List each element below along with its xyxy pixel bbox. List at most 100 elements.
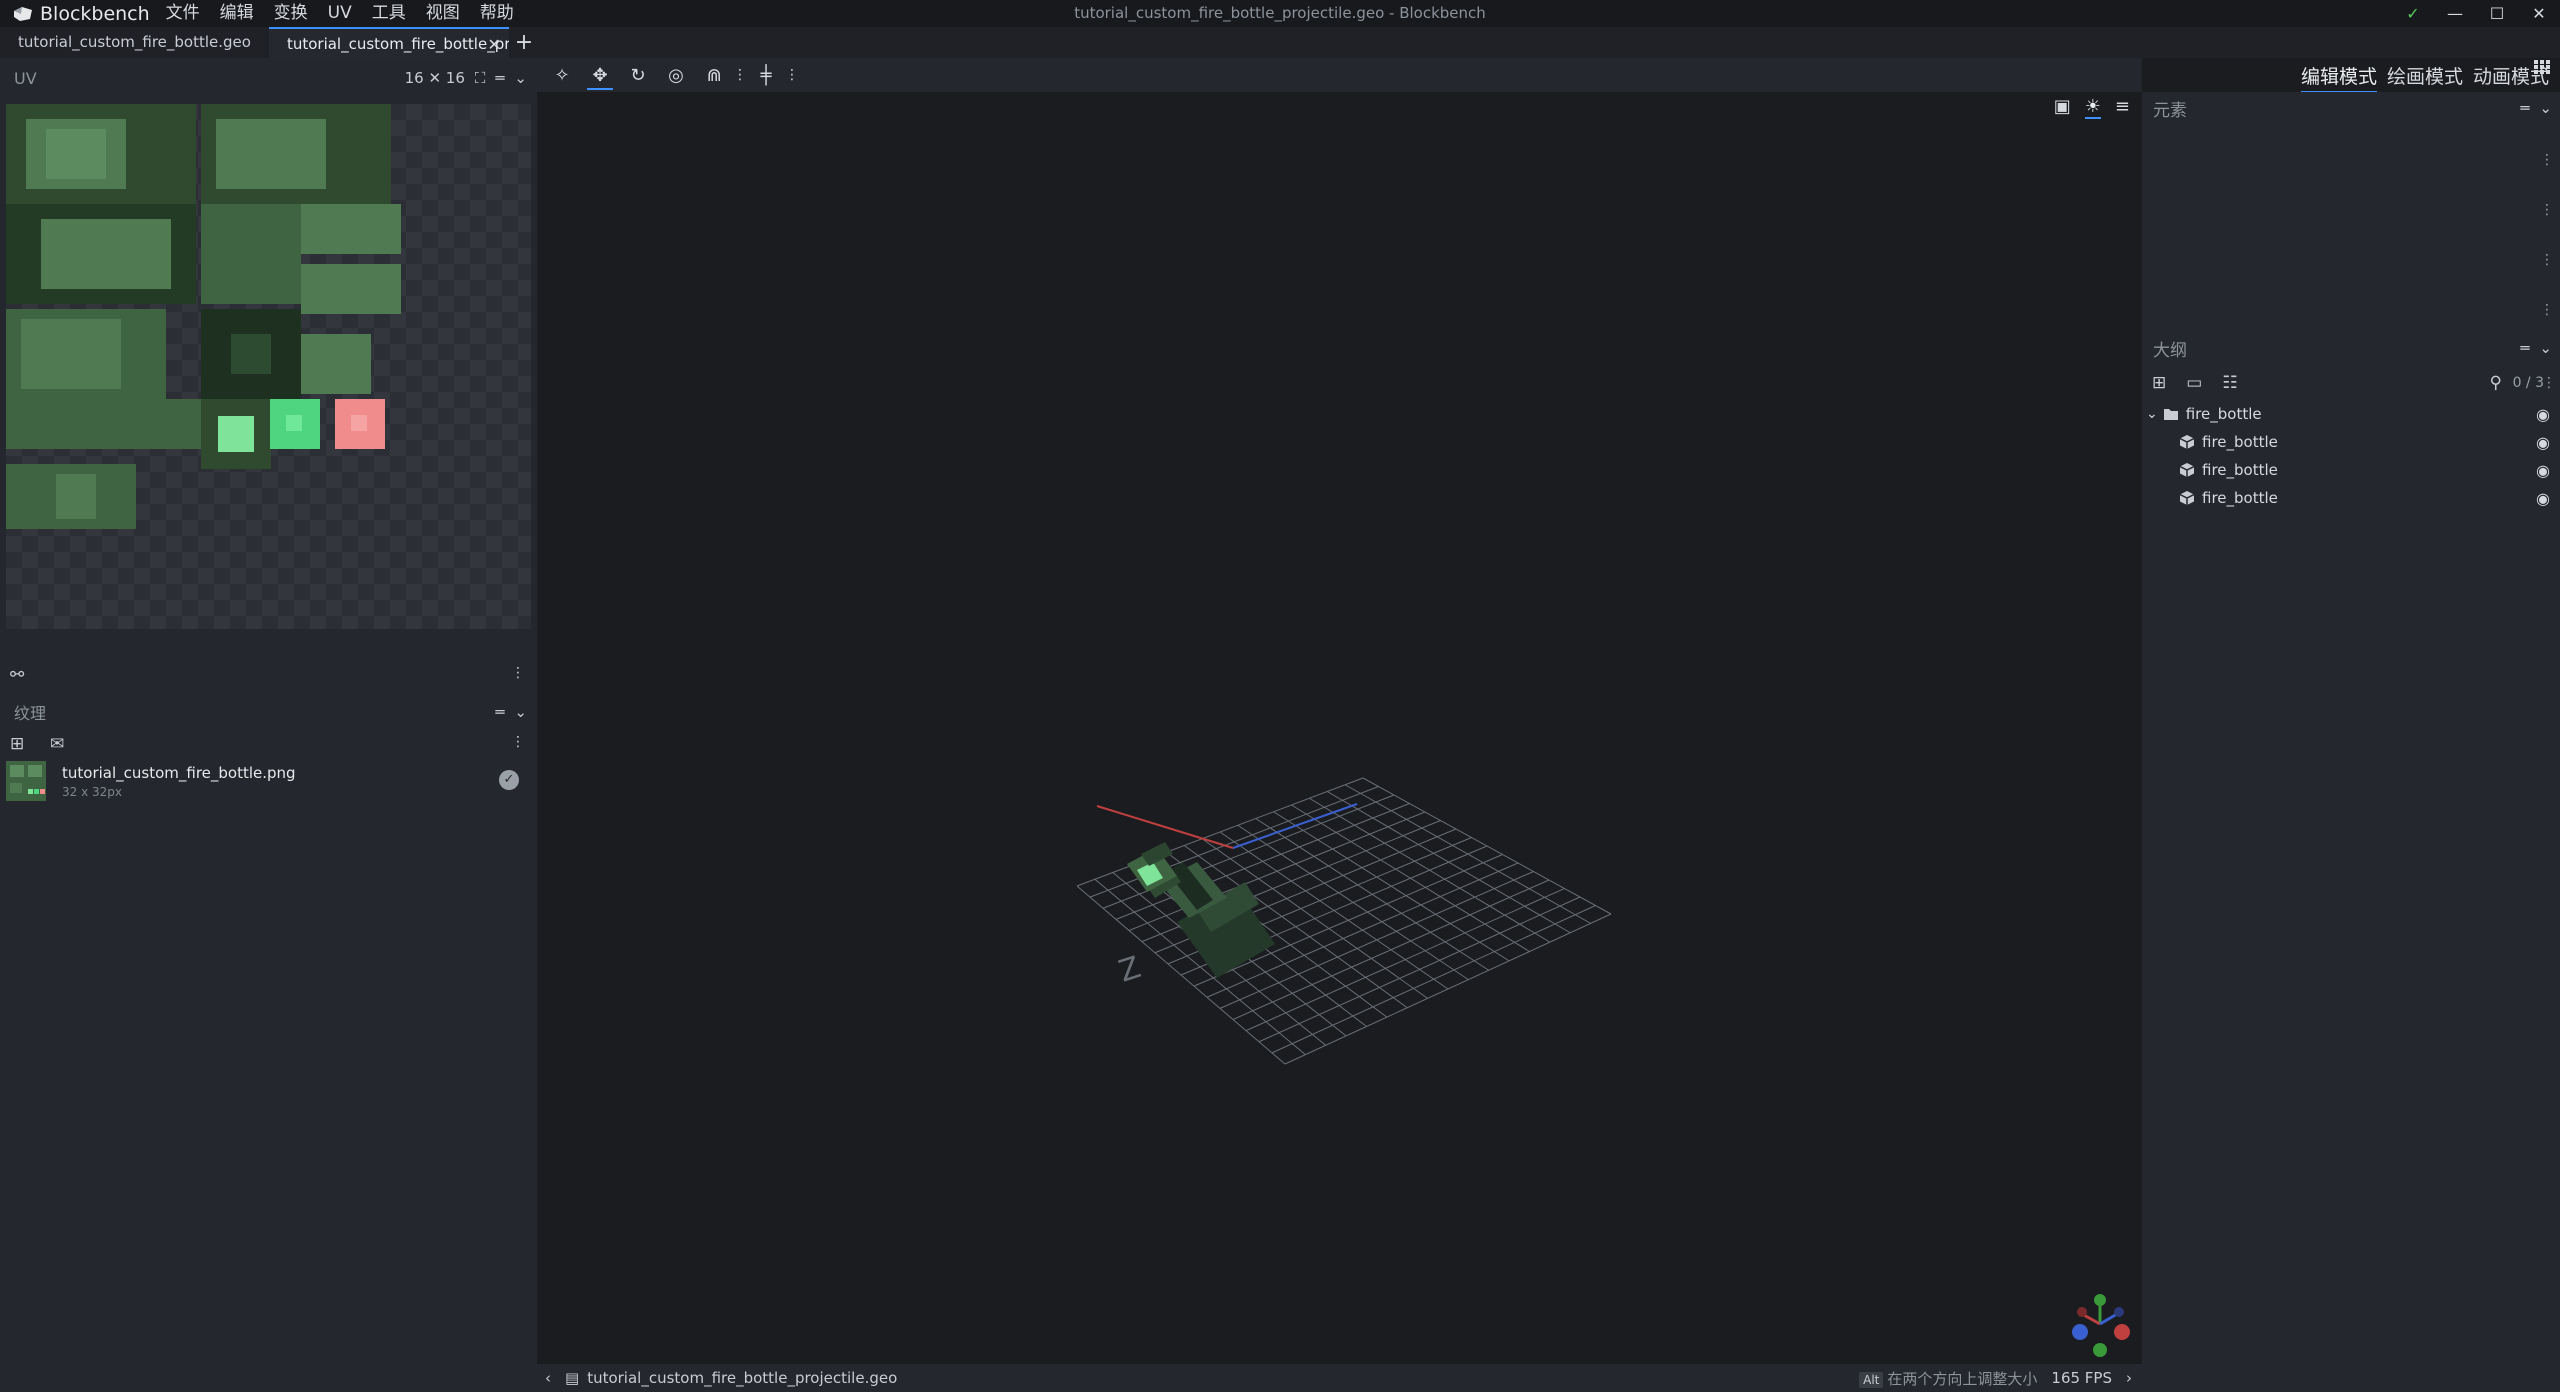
- tab-label: tutorial_custom_fire_bottle_projectile.g…: [286, 35, 509, 53]
- more-tools-icon[interactable]: ⋮: [733, 58, 747, 92]
- maximize-button[interactable]: ☐: [2476, 0, 2518, 27]
- north-marker: Z: [1115, 950, 1145, 990]
- collapse-all-icon[interactable]: ☷: [2222, 373, 2237, 393]
- mode-animate[interactable]: 动画模式: [2468, 62, 2554, 89]
- outliner-panel-title: 大纲: [2153, 340, 2187, 361]
- close-window-button[interactable]: ✕: [2518, 0, 2560, 27]
- uv-face: [56, 474, 96, 519]
- import-texture-icon[interactable]: ✉: [50, 734, 64, 754]
- selection-count: 0 / 3: [2512, 375, 2544, 391]
- menu-tools[interactable]: 工具: [362, 0, 416, 27]
- z-axis-line: [1232, 803, 1358, 849]
- outliner-cube-row[interactable]: fire_bottle ◉: [2142, 484, 2560, 512]
- texture-applied-check-icon[interactable]: ✓: [499, 770, 519, 790]
- more-options-icon[interactable]: ⋮: [2542, 375, 2556, 391]
- rotate-tool-icon[interactable]: ↻: [619, 58, 657, 92]
- move-tool-icon[interactable]: ✥: [581, 58, 619, 92]
- texture-list-item[interactable]: tutorial_custom_fire_bottle.png 32 x 32p…: [6, 756, 531, 806]
- vertex-snap-tool-icon[interactable]: ✧: [543, 58, 581, 92]
- add-group-icon[interactable]: ▭: [2186, 373, 2202, 393]
- menu-view[interactable]: 视图: [416, 0, 470, 27]
- more-options-icon[interactable]: ⋮: [2540, 302, 2554, 318]
- menu-lines-icon[interactable]: ═: [495, 703, 504, 721]
- uv-face: [286, 415, 302, 431]
- menu-lines-icon[interactable]: ═: [2520, 99, 2529, 117]
- mirror-tool-icon[interactable]: ╪: [747, 58, 785, 92]
- chevron-left-icon[interactable]: ‹: [545, 1369, 551, 1387]
- grid-line: [1273, 811, 1510, 962]
- tab-fire-bottle-geo[interactable]: tutorial_custom_fire_bottle.geo: [0, 27, 269, 58]
- texture-name: tutorial_custom_fire_bottle.png: [62, 763, 296, 782]
- chevron-down-icon[interactable]: ⌄: [2539, 99, 2552, 117]
- visibility-eye-icon[interactable]: ◉: [2536, 461, 2550, 480]
- cube-icon: [2180, 463, 2194, 477]
- chevron-down-icon[interactable]: ⌄: [514, 69, 527, 87]
- grid-line: [1258, 896, 1581, 1043]
- add-cube-icon[interactable]: ⊞: [2152, 373, 2166, 393]
- uv-face: [201, 204, 301, 304]
- menu-edit[interactable]: 编辑: [210, 0, 264, 27]
- new-tab-button[interactable]: +: [509, 27, 539, 58]
- chevron-down-icon[interactable]: ⌄: [2539, 339, 2552, 357]
- outliner-group-row[interactable]: ⌄ fire_bottle ◉: [2142, 400, 2560, 428]
- menu-help[interactable]: 帮助: [470, 0, 524, 27]
- chevron-down-icon[interactable]: ⌄: [514, 703, 527, 721]
- viewport-toolbar: ▣ ☀ ≡: [2054, 96, 2130, 119]
- grid-line: [1255, 818, 1490, 971]
- menu-bar: 文件 编辑 变换 UV 工具 视图 帮助: [156, 0, 524, 27]
- visibility-eye-icon[interactable]: ◉: [2536, 405, 2550, 424]
- menu-lines-icon[interactable]: ═: [2520, 339, 2529, 357]
- cube-name: fire_bottle: [2202, 433, 2278, 451]
- magnet-tool-icon[interactable]: ⋒: [695, 58, 733, 92]
- orientation-gizmo[interactable]: [2072, 1294, 2130, 1357]
- right-panel: 元素 ═ ⌄ ⋮ ⋮ ⋮ ⋮ 大纲 ═ ⌄ ⊞ ▭ ☷ ⚲ 0 / 3 ⋮ ⌄ …: [2142, 92, 2560, 1392]
- visibility-eye-icon[interactable]: ◉: [2536, 433, 2550, 452]
- brightness-icon[interactable]: ☀: [2084, 96, 2101, 119]
- fullscreen-icon[interactable]: ⛶: [475, 69, 486, 87]
- more-options-icon[interactable]: ⋮: [2540, 252, 2554, 268]
- menu-transform[interactable]: 变换: [264, 0, 318, 27]
- app-name: Blockbench: [40, 2, 150, 25]
- more-options-icon[interactable]: ⋮: [511, 734, 525, 750]
- mode-paint[interactable]: 绘画模式: [2382, 62, 2468, 89]
- search-icon[interactable]: ⚲: [2490, 373, 2502, 393]
- uv-editor-canvas[interactable]: [6, 104, 531, 629]
- image-icon[interactable]: ▣: [2054, 96, 2071, 119]
- pivot-tool-icon[interactable]: ◎: [657, 58, 695, 92]
- link-icon[interactable]: ⚯: [10, 665, 24, 685]
- uv-size[interactable]: 16 ✕ 16: [405, 69, 465, 87]
- grid-line: [1284, 913, 1612, 1065]
- outliner-cube-row[interactable]: fire_bottle ◉: [2142, 456, 2560, 484]
- add-texture-icon[interactable]: ⊞: [10, 734, 24, 754]
- tab-bar: tutorial_custom_fire_bottle.geo tutorial…: [0, 27, 2560, 74]
- chevron-right-icon[interactable]: ›: [2126, 1369, 2132, 1387]
- menu-lines-icon[interactable]: ═: [495, 69, 504, 87]
- texture-panel-header: 纹理 ═ ⌄: [0, 696, 537, 728]
- title-bar: Blockbench 文件 编辑 变换 UV 工具 视图 帮助 tutorial…: [0, 0, 2560, 27]
- uv-face: [41, 219, 171, 289]
- menu-lines-icon[interactable]: ≡: [2115, 96, 2130, 119]
- menu-file[interactable]: 文件: [156, 0, 210, 27]
- menu-uv[interactable]: UV: [318, 0, 362, 27]
- elements-panel-header: 元素 ═ ⌄: [2142, 92, 2560, 124]
- folder-icon: [2163, 409, 2178, 420]
- 3d-viewport[interactable]: Z ▣ ☀ ≡: [537, 92, 2142, 1364]
- more-options-icon[interactable]: ⋮: [2540, 152, 2554, 168]
- more-options-icon[interactable]: ⋮: [2540, 202, 2554, 218]
- fps-counter: 165 FPS: [2051, 1369, 2112, 1387]
- tab-fire-bottle-projectile-geo[interactable]: tutorial_custom_fire_bottle_projectile.g…: [268, 27, 509, 58]
- model-file-icon: ▤: [565, 1369, 580, 1387]
- chevron-down-icon[interactable]: ⌄: [2146, 406, 2158, 422]
- status-file-name: tutorial_custom_fire_bottle_projectile.g…: [587, 1369, 898, 1387]
- key-hint-text: 在两个方向上调整大小: [1887, 1369, 2038, 1388]
- visibility-eye-icon[interactable]: ◉: [2536, 489, 2550, 508]
- minimize-button[interactable]: —: [2434, 0, 2476, 27]
- blockbench-logo-icon: [14, 6, 32, 21]
- mode-edit[interactable]: 编辑模式: [2296, 62, 2382, 93]
- close-tab-icon[interactable]: ✕: [488, 29, 501, 58]
- group-name: fire_bottle: [2185, 405, 2262, 423]
- outliner-cube-row[interactable]: fire_bottle ◉: [2142, 428, 2560, 456]
- more-tools-icon[interactable]: ⋮: [785, 58, 799, 92]
- uv-panel-title: UV: [14, 68, 37, 88]
- more-options-icon[interactable]: ⋮: [511, 665, 525, 681]
